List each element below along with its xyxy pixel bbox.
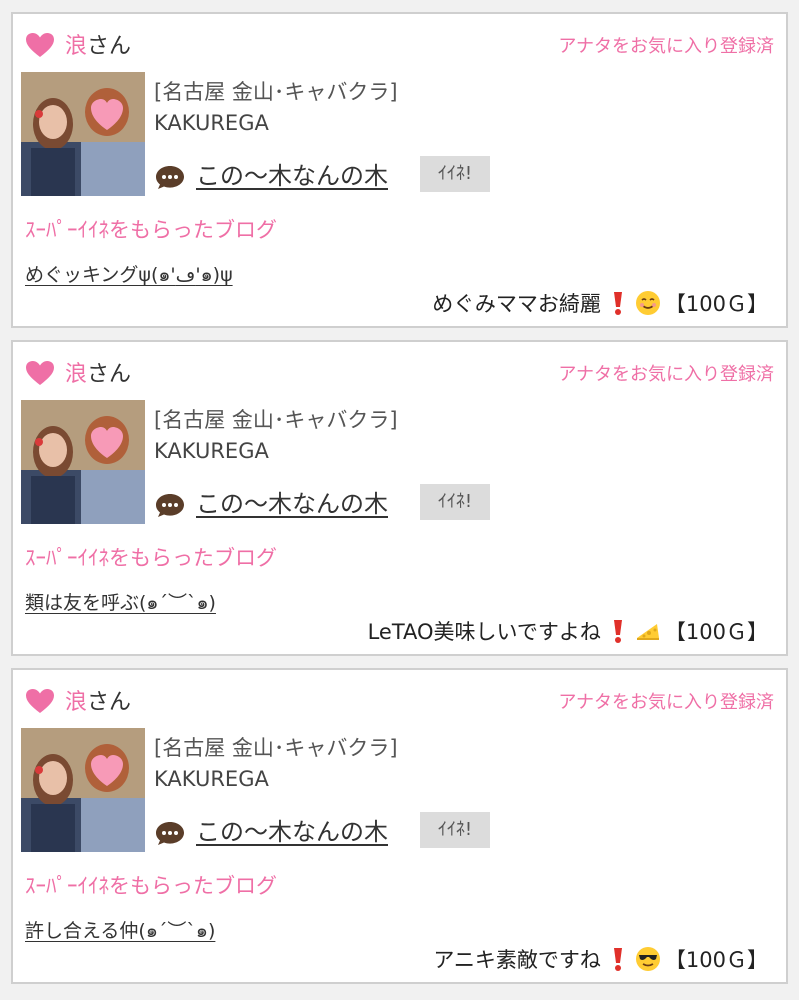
card-header: 浪さん アナタをお気に入り登録済 <box>25 352 774 388</box>
card-header: 浪さん アナタをお気に入り登録済 <box>25 680 774 716</box>
favorite-status: アナタをお気に入り登録済 <box>558 36 774 57</box>
speech-bubble-icon <box>156 822 184 845</box>
user-name-link[interactable]: 浪 <box>65 362 87 387</box>
shop-name: KAKUREGA <box>154 111 269 135</box>
article-link[interactable]: めぐッキングψ(๑'ڡ'๑)ψ <box>25 260 233 290</box>
user-suffix: さん <box>87 362 132 387</box>
like-card: 浪さん アナタをお気に入り登録済 [名古屋 金山･キャバクラ] KAKUREGA… <box>11 668 788 984</box>
speech-bubble-icon <box>156 494 184 517</box>
heart-icon <box>26 689 54 713</box>
favorite-status: アナタをお気に入り登録済 <box>558 364 774 385</box>
profile-photo[interactable] <box>21 728 145 852</box>
article-link[interactable]: 許し合える仲(๑´︶`๑) <box>25 916 215 946</box>
comment-text: アニキ素敵ですね <box>433 948 601 972</box>
heavy-exclamation-mark-icon <box>613 620 622 643</box>
comment: アニキ素敵ですね 【100Ｇ】 <box>433 944 768 974</box>
points-label: 【100Ｇ】 <box>664 948 768 972</box>
smiling-face-icon <box>635 291 660 315</box>
iine-button[interactable]: ｲｲﾈ! <box>420 484 490 520</box>
speech-bubble-icon <box>156 166 184 189</box>
blog-title-link[interactable]: この〜木なんの木 <box>196 484 388 519</box>
profile-photo[interactable] <box>21 72 145 196</box>
section-label: ｽｰﾊﾟｰｲｲﾈをもらったブログ <box>25 874 277 898</box>
iine-button[interactable]: ｲｲﾈ! <box>420 156 490 192</box>
profile-photo[interactable] <box>21 400 145 524</box>
heavy-exclamation-mark-icon <box>613 948 622 971</box>
sunglasses-face-icon <box>635 947 660 971</box>
blog-title-link[interactable]: この〜木なんの木 <box>196 812 388 847</box>
article-link[interactable]: 類は友を呼ぶ(๑´︶`๑) <box>25 588 216 618</box>
shop-location: [名古屋 金山･キャバクラ] <box>154 408 398 432</box>
shop-info: [名古屋 金山･キャバクラ] KAKUREGA <box>154 404 398 466</box>
comment-text: めぐみママお綺麗 <box>432 292 601 316</box>
shop-name: KAKUREGA <box>154 767 269 791</box>
user-name-link[interactable]: 浪 <box>65 690 87 715</box>
user-name-link[interactable]: 浪 <box>65 34 87 59</box>
points-label: 【100Ｇ】 <box>664 620 768 644</box>
iine-button[interactable]: ｲｲﾈ! <box>420 812 490 848</box>
shop-info: [名古屋 金山･キャバクラ] KAKUREGA <box>154 732 398 794</box>
cheese-icon <box>636 624 659 640</box>
shop-name: KAKUREGA <box>154 439 269 463</box>
blog-title-link[interactable]: この〜木なんの木 <box>196 156 388 191</box>
shop-location: [名古屋 金山･キャバクラ] <box>154 80 398 104</box>
shop-location: [名古屋 金山･キャバクラ] <box>154 736 398 760</box>
heart-icon <box>26 361 54 385</box>
section-label: ｽｰﾊﾟｰｲｲﾈをもらったブログ <box>25 546 277 570</box>
like-card: 浪さん アナタをお気に入り登録済 [名古屋 金山･キャバクラ] KAKUREGA… <box>11 12 788 328</box>
favorite-status: アナタをお気に入り登録済 <box>558 692 774 713</box>
section-label: ｽｰﾊﾟｰｲｲﾈをもらったブログ <box>25 218 277 242</box>
user-name[interactable]: 浪さん <box>65 28 131 60</box>
comment: LeTAO美味しいですよね 【100Ｇ】 <box>368 616 768 646</box>
user-suffix: さん <box>87 34 132 59</box>
points-label: 【100Ｇ】 <box>664 292 768 316</box>
comment: めぐみママお綺麗 【100Ｇ】 <box>432 288 768 318</box>
heart-icon <box>26 33 54 57</box>
comment-text: LeTAO美味しいですよね <box>367 620 601 644</box>
user-name[interactable]: 浪さん <box>65 356 131 388</box>
heavy-exclamation-mark-icon <box>613 292 622 315</box>
user-suffix: さん <box>87 690 132 715</box>
like-card: 浪さん アナタをお気に入り登録済 [名古屋 金山･キャバクラ] KAKUREGA… <box>11 340 788 656</box>
card-header: 浪さん アナタをお気に入り登録済 <box>25 24 774 60</box>
user-name[interactable]: 浪さん <box>65 684 131 716</box>
shop-info: [名古屋 金山･キャバクラ] KAKUREGA <box>154 76 398 138</box>
